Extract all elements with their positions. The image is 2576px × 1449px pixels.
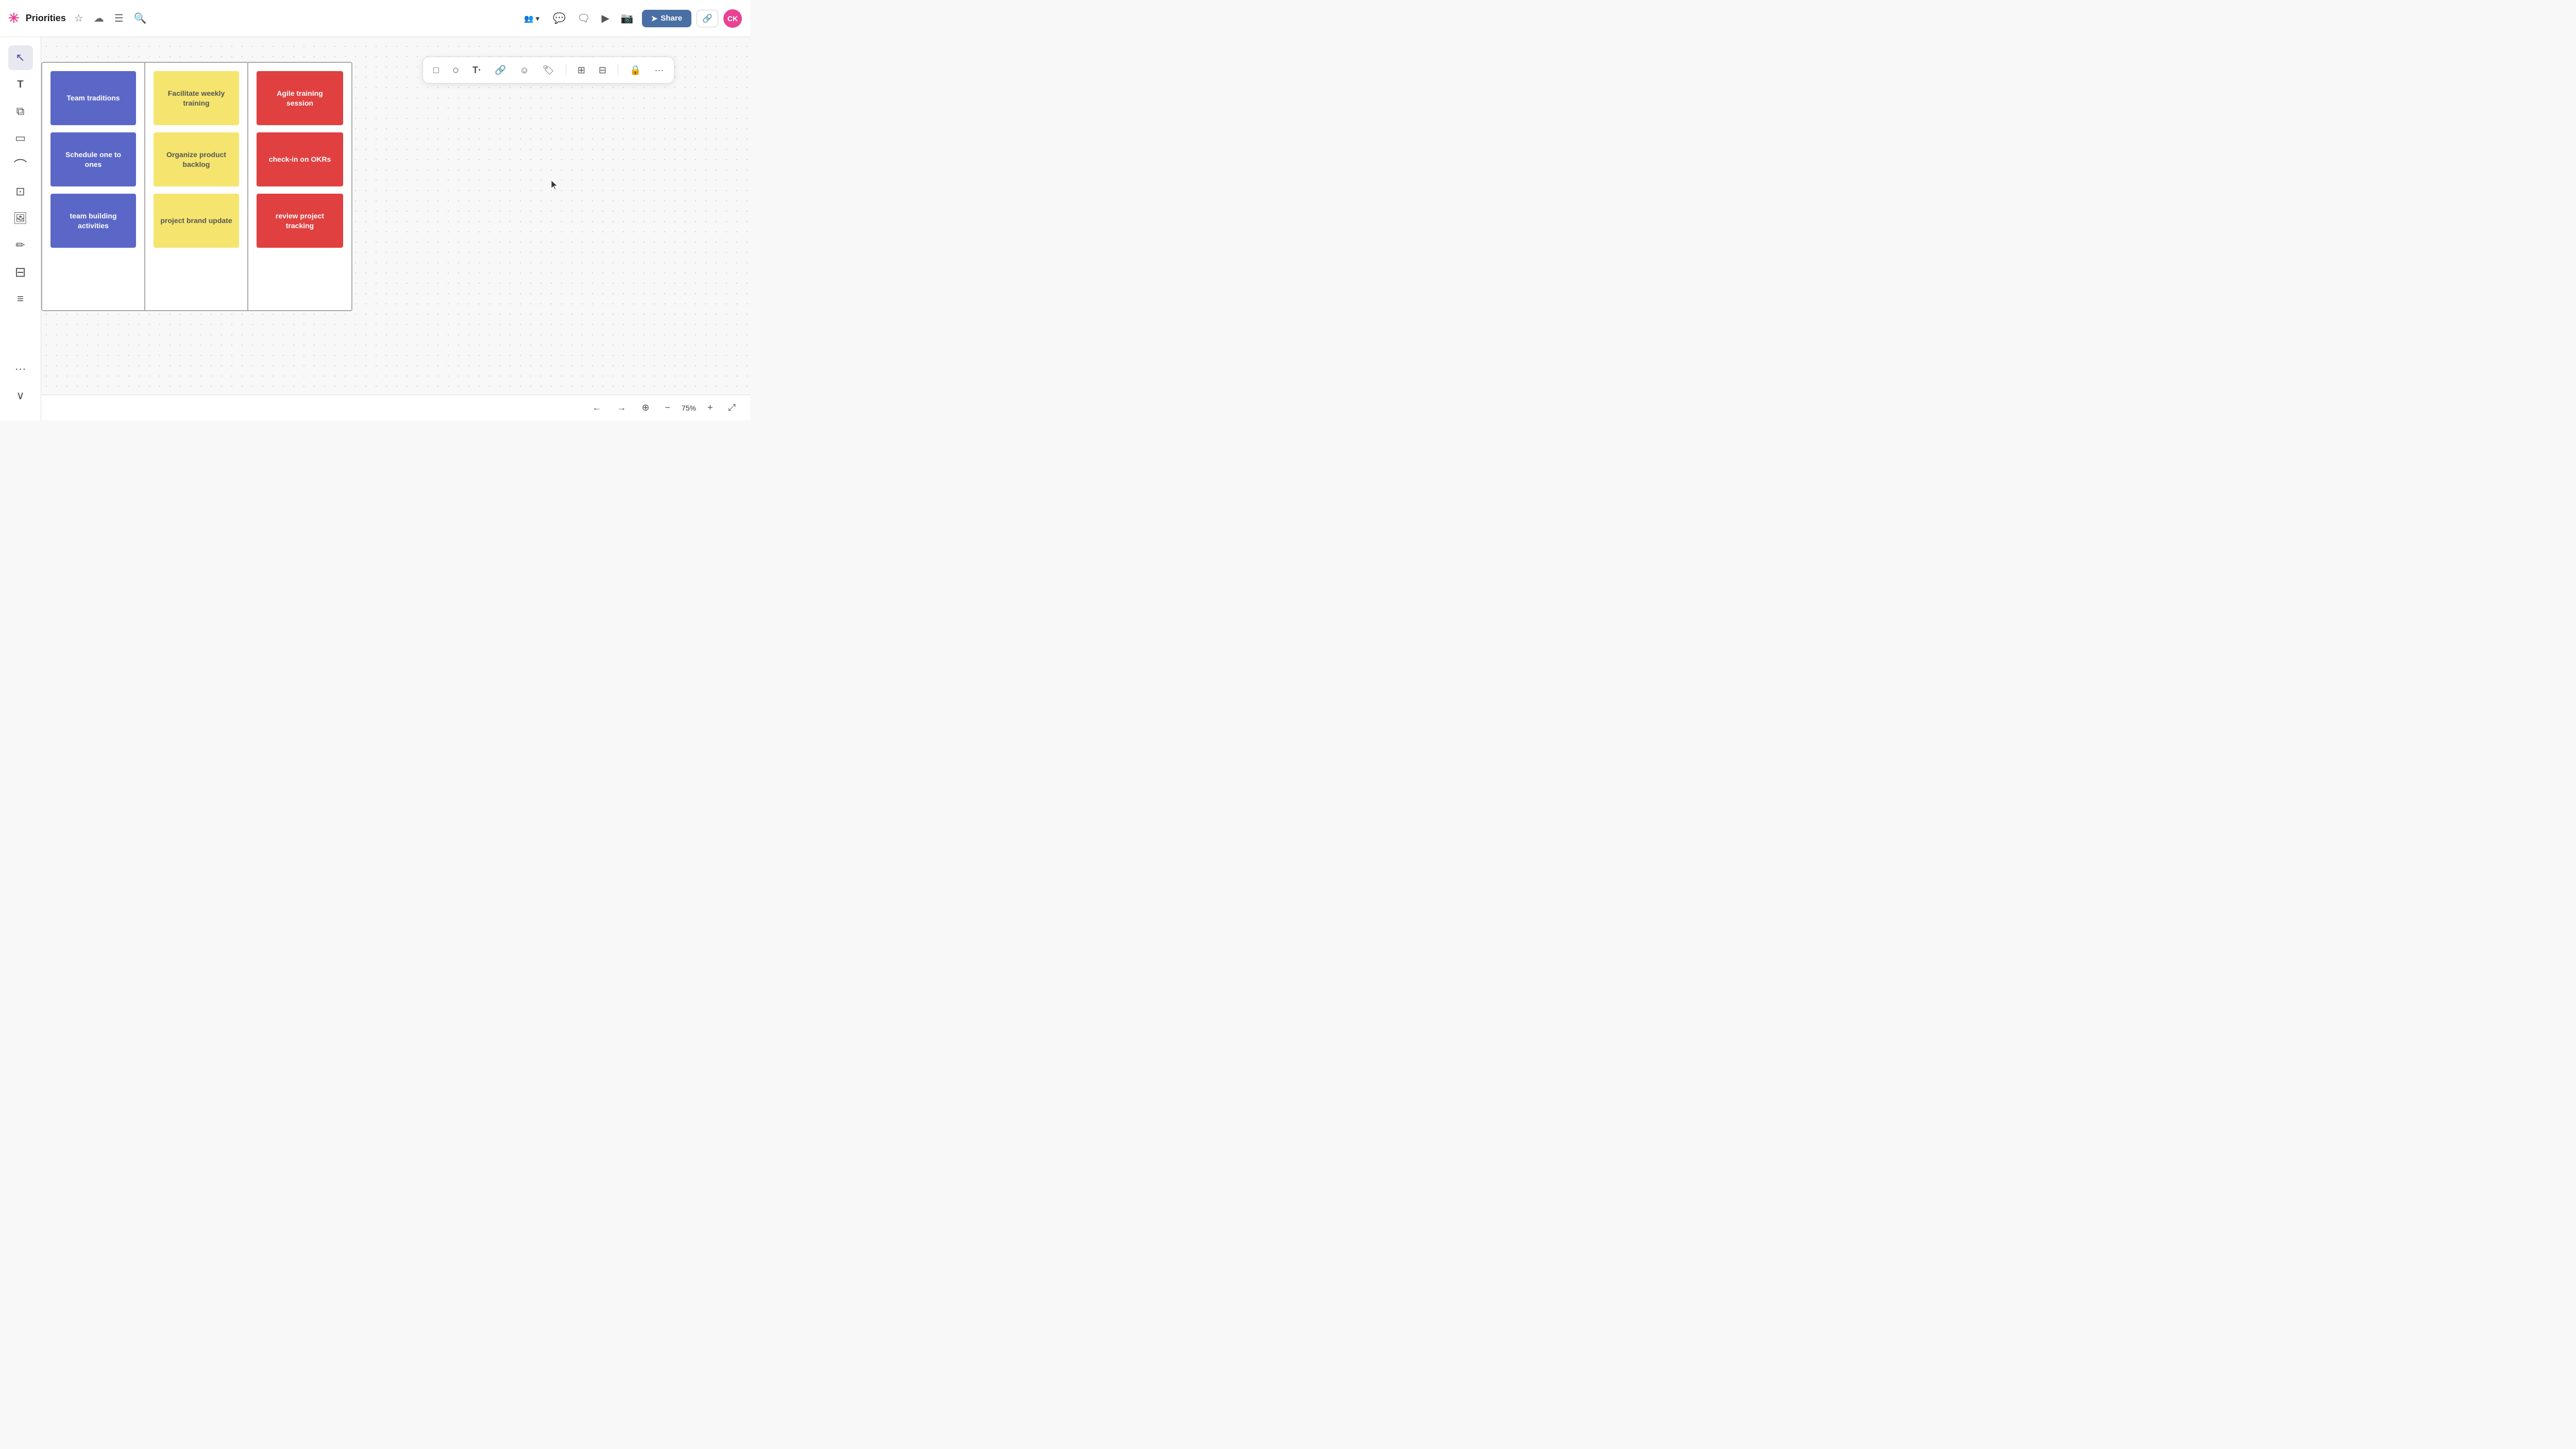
sidebar-item-draw[interactable]: ✏ [8,233,33,258]
toolbar-tag-icon[interactable]: 🏷 [540,63,556,78]
chevron-down-icon: ▾ [536,14,540,23]
sidebar-item-table[interactable]: ⊟ [8,260,33,284]
camera-icon[interactable]: 📷 [618,10,637,27]
list-icon: ≡ [17,292,24,305]
zoom-in-button[interactable]: + [703,400,717,415]
toolbar-emoji-icon[interactable]: ☺ [518,63,531,78]
rectangle-icon: ▭ [15,131,26,145]
sidebar-item-text[interactable]: T [8,72,33,97]
home-button[interactable]: ⊕ [637,400,653,415]
sidebar-item-select[interactable]: ↖ [8,45,33,70]
table-icon: ⊟ [15,264,26,280]
board-column-1: Team traditions Schedule one to ones tea… [42,63,145,310]
page-title: Priorities [26,13,66,24]
card-project-brand[interactable]: project brand update [154,194,239,248]
card-checkin-okrs[interactable]: check-in on OKRs [257,132,343,186]
fullscreen-button[interactable]: ⤢ [724,400,740,415]
team-button[interactable]: 👥 ▾ [519,11,545,26]
header-left: ✳ Priorities ☆ ☁ ☰ 🔍 [8,10,519,27]
card-organize-backlog[interactable]: Organize product backlog [154,132,239,186]
zoom-level: 75% [682,404,696,412]
frame-icon: ⧉ [16,105,25,118]
star-icon[interactable]: ☆ [72,10,86,27]
text-icon: T [17,79,23,91]
floating-toolbar: □ ○ T· 🔗 ☺ 🏷 ⊞ ⊟ 🔒 ··· [422,57,674,83]
toolbar-square-icon[interactable]: □ [431,63,441,78]
toolbar-grid2-icon[interactable]: ⊟ [597,63,608,78]
sidebar-item-rectangle[interactable]: ▭ [8,126,33,150]
sidebar-item-list[interactable]: ≡ [8,286,33,311]
share-button[interactable]: ➤ Share [642,10,691,27]
comment-icon[interactable]: 🗨 [574,10,593,27]
search-icon[interactable]: 🔍 [132,10,149,27]
card-agile-training[interactable]: Agile training session [257,71,343,125]
board-column-3: Agile training session check-in on OKRs … [248,63,351,310]
sidebar-item-collapse[interactable]: ∨ [8,383,33,408]
image-icon: 🖼 [13,212,28,225]
sidebar-bottom: ··· ∨ [8,356,33,408]
select-icon: ↖ [15,51,25,64]
board-column-2: Facilitate weekly training Organize prod… [145,63,248,310]
redo-button[interactable]: → [613,400,630,415]
toolbar-circle-icon[interactable]: ○ [450,61,461,79]
share-icon: ➤ [651,14,658,23]
undo-button[interactable]: ← [588,400,605,415]
zoom-out-button[interactable]: − [661,400,675,415]
collapse-icon: ∨ [16,389,24,402]
crop-icon: ⊡ [15,185,25,198]
toolbar-link-icon[interactable]: 🔗 [493,63,508,78]
board-container: Team traditions Schedule one to ones tea… [41,62,352,311]
sidebar: ↖ T ⧉ ▭ ⌒ ⊡ 🖼 ✏ ⊟ ≡ ··· ∨ [0,37,41,420]
toolbar-grid1-icon[interactable]: ⊞ [575,63,587,78]
copy-link-button[interactable]: 🔗 [697,10,718,27]
menu-icon[interactable]: ☰ [112,10,126,27]
card-review-tracking[interactable]: review project tracking [257,194,343,248]
card-team-traditions[interactable]: Team traditions [50,71,136,125]
header: ✳ Priorities ☆ ☁ ☰ 🔍 👥 ▾ 💬 🗨 ▶ 📷 ➤ Share… [0,0,750,37]
header-right: 👥 ▾ 💬 🗨 ▶ 📷 ➤ Share 🔗 CK [519,9,742,28]
chat-icon[interactable]: 💬 [550,10,569,27]
sidebar-item-line[interactable]: ⌒ [8,152,33,177]
history-icon[interactable]: ☁ [92,10,106,27]
team-icon: 👥 [524,14,534,23]
toolbar-lock-icon[interactable]: 🔒 [628,63,643,78]
avatar[interactable]: CK [723,9,742,28]
sidebar-item-crop[interactable]: ⊡ [8,179,33,204]
draw-icon: ✏ [15,238,25,252]
bottom-bar: ← → ⊕ − 75% + ⤢ [41,395,750,420]
more-tools-icon: ··· [15,362,26,376]
line-icon: ⌒ [13,156,27,175]
sidebar-item-image[interactable]: 🖼 [8,206,33,231]
card-facilitate-weekly[interactable]: Facilitate weekly training [154,71,239,125]
card-team-building[interactable]: team building activities [50,194,136,248]
toolbar-more-icon[interactable]: ··· [652,63,666,78]
sidebar-item-more-tools[interactable]: ··· [8,356,33,381]
toolbar-text-icon[interactable]: T· [470,63,483,78]
sidebar-item-frame[interactable]: ⧉ [8,99,33,124]
app-logo: ✳ [8,10,20,26]
video-play-icon[interactable]: ▶ [599,10,613,27]
card-schedule-one-to-ones[interactable]: Schedule one to ones [50,132,136,186]
